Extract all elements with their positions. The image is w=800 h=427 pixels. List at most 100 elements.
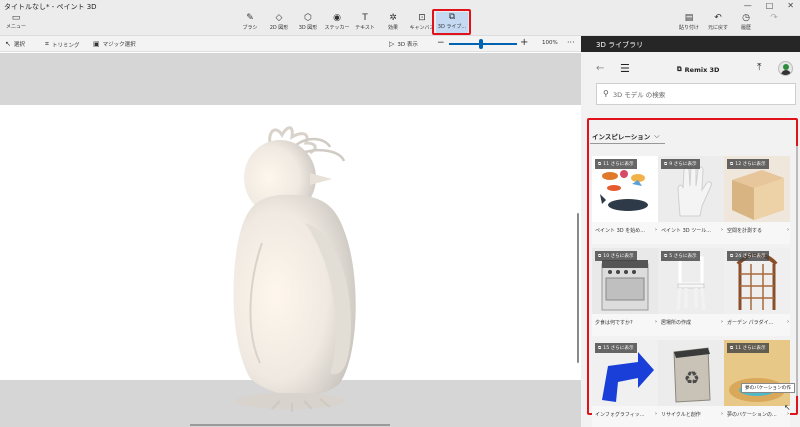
magic-select-button[interactable]: ▣ マジック選択 <box>93 40 136 48</box>
cube-icon: ⧉ <box>730 346 734 351</box>
hamburger-menu-icon[interactable]: ☰ <box>620 62 630 75</box>
cube-icon: ⧉ <box>730 254 734 259</box>
cube-icon: ⧉ <box>598 162 602 167</box>
minimize-button[interactable]: — <box>744 1 752 10</box>
search-box[interactable]: ⚲ <box>596 83 796 105</box>
history-label: 履歴 <box>740 25 751 31</box>
menu-label: メニュー <box>5 24 26 30</box>
remix-brand-label: Remix 3D <box>684 65 720 74</box>
zoom-out-button[interactable]: − <box>437 38 445 48</box>
panel-scrollbar[interactable] <box>796 146 798 396</box>
inspiration-label: インスピレーション <box>592 133 651 141</box>
magic-select-icon: ▣ <box>93 40 100 48</box>
zoom-slider-thumb[interactable] <box>478 39 483 49</box>
panel-title: 3D ライブラリ <box>581 36 800 52</box>
chevron-right-icon: › <box>655 411 657 417</box>
tile-caption: ペイント 3D ツール... › <box>661 227 723 234</box>
brush-icon: ✎ <box>246 13 254 23</box>
crop-icon: ⌗ <box>45 40 49 48</box>
view-3d-button[interactable]: ▷ 3D 表示 <box>389 40 418 48</box>
tool-sticker[interactable]: ◉ ステッカー <box>322 13 352 31</box>
upload-icon[interactable]: ⤒ <box>757 62 761 73</box>
library-tile-recycle-bin[interactable]: ♻ リサイクルと創作 › <box>658 340 724 427</box>
tool-2d-shapes[interactable]: ◇ 2D 図形 <box>264 13 294 31</box>
tile-caption: ガーデン パラダイ... › <box>727 319 789 326</box>
canvas-area[interactable] <box>0 53 581 427</box>
canvas-horizontal-scrollbar[interactable] <box>190 424 390 426</box>
text-icon: T <box>362 13 368 23</box>
close-button[interactable]: ✕ <box>787 1 794 10</box>
library-tile-trellis[interactable]: ⧉ 24 さらに表示 ガーデン パラダイ... › <box>724 248 790 336</box>
tile-count-badge: ⧉ 24 さらに表示 <box>727 251 769 261</box>
tool-3d-shapes[interactable]: ⬡ 3D 図形 <box>293 13 323 31</box>
library-tile-wood-box[interactable]: ⧉ 12 さらに表示 空間を計測する › <box>724 156 790 244</box>
library-tile-blue-arrow[interactable]: ⧉ 15 さらに表示 インフォグラフィッ... › <box>592 340 658 427</box>
back-arrow-icon[interactable]: ← <box>596 63 604 74</box>
redo-icon: ↷ <box>770 13 778 23</box>
library-tile-stove[interactable]: ⧉ 10 さらに表示 夕食は何ですか? › <box>592 248 658 336</box>
library-tile-sea-creatures[interactable]: ⧉ 11 さらに表示 ペイント 3D を始め... › <box>592 156 658 244</box>
undo-button[interactable]: ↶ 元に戻す <box>703 13 733 31</box>
search-input[interactable] <box>613 87 788 102</box>
redo-button[interactable]: ↷ <box>759 13 789 24</box>
history-button[interactable]: ◷ 履歴 <box>731 13 761 31</box>
tile-caption: 空間を計測する › <box>727 227 789 234</box>
paste-label: 貼り付け <box>678 25 699 31</box>
tool-brush-label: ブラシ <box>242 25 258 31</box>
tool-brush[interactable]: ✎ ブラシ <box>235 13 265 31</box>
maximize-button[interactable]: □ <box>766 1 774 10</box>
tool-sticker-label: ステッカー <box>324 25 350 31</box>
menu-button[interactable]: ▭ メニュー <box>4 13 28 30</box>
more-options-button[interactable]: ··· <box>567 38 575 47</box>
chevron-right-icon: › <box>721 227 723 233</box>
inspiration-dropdown[interactable]: インスピレーション ⌵ <box>592 131 660 142</box>
window-controls: — □ ✕ <box>744 1 794 10</box>
crop-label: トリミング <box>51 42 80 49</box>
select-button[interactable]: ↖ 選択 <box>5 40 25 48</box>
chevron-right-icon: › <box>655 227 657 233</box>
history-icon: ◷ <box>742 13 750 23</box>
tool-3d-shapes-label: 3D 図形 <box>298 25 318 31</box>
tile-caption: リサイクルと創作 › <box>661 411 723 418</box>
svg-text:♻: ♻ <box>684 368 700 389</box>
tile-count-badge: ⧉ 11 さらに表示 <box>595 159 637 169</box>
tool-text[interactable]: T テキスト <box>350 13 380 31</box>
tile-caption: 夢のバケーションの... › <box>727 411 789 418</box>
remix-header: ← ☰ ⧉ Remix 3D ⤒ <box>581 52 800 86</box>
paste-button[interactable]: ▤ 貼り付け <box>674 13 704 31</box>
tile-count-badge: ⧉ 15 さらに表示 <box>595 343 637 353</box>
tool-2d-shapes-label: 2D 図形 <box>269 25 289 31</box>
tool-text-label: テキスト <box>355 25 375 31</box>
avatar[interactable] <box>778 61 793 76</box>
window-title: タイトルなし* - ペイント 3D <box>4 3 97 11</box>
tile-count-badge: ⧉ 11 さらに表示 <box>727 343 769 353</box>
library-tile-chair[interactable]: ⧉ 5 さらに表示 居場所の作成 › <box>658 248 724 336</box>
canvas-vertical-scrollbar[interactable] <box>577 213 579 363</box>
crop-button[interactable]: ⌗ トリミング <box>45 40 79 49</box>
recycle-bin-thumbnail: ♻ <box>658 340 724 406</box>
zoom-slider[interactable] <box>449 43 517 45</box>
chevron-down-icon: ⌵ <box>654 131 660 140</box>
penguin-3d-model[interactable] <box>210 123 380 427</box>
tile-tooltip: 夢のバケーションの作 <box>741 383 795 393</box>
chevron-right-icon: › <box>787 319 789 325</box>
chevron-right-icon: › <box>655 319 657 325</box>
zoom-in-button[interactable]: + <box>520 37 528 48</box>
magic-select-label: マジック選択 <box>102 42 136 48</box>
inspiration-underline <box>590 143 665 144</box>
zoom-level: 100% <box>542 40 558 46</box>
tile-count-badge: ⧉ 5 さらに表示 <box>661 251 700 261</box>
cube-icon: ⧉ <box>598 346 602 351</box>
title-bar: タイトルなし* - ペイント 3D — □ ✕ ▭ メニュー ✎ ブラシ ◇ 2… <box>0 0 800 36</box>
tool-effects-label: 効果 <box>387 25 398 31</box>
tile-count-badge: ⧉ 9 さらに表示 <box>661 159 700 169</box>
library-tile-hand[interactable]: ⧉ 9 さらに表示 ペイント 3D ツール... › <box>658 156 724 244</box>
undo-icon: ↶ <box>714 13 722 23</box>
remix-cube-icon: ⧉ <box>677 65 682 73</box>
tool-effects[interactable]: ✲ 効果 <box>378 13 408 31</box>
cube-icon: ⧉ <box>664 162 668 167</box>
avatar-body <box>781 70 791 75</box>
tile-count-badge: ⧉ 12 さらに表示 <box>727 159 769 169</box>
chevron-right-icon: › <box>721 319 723 325</box>
library-panel: 3D ライブラリ ← ☰ ⧉ Remix 3D ⤒ ⚲ インスピレーション ⌵ <box>581 36 800 427</box>
